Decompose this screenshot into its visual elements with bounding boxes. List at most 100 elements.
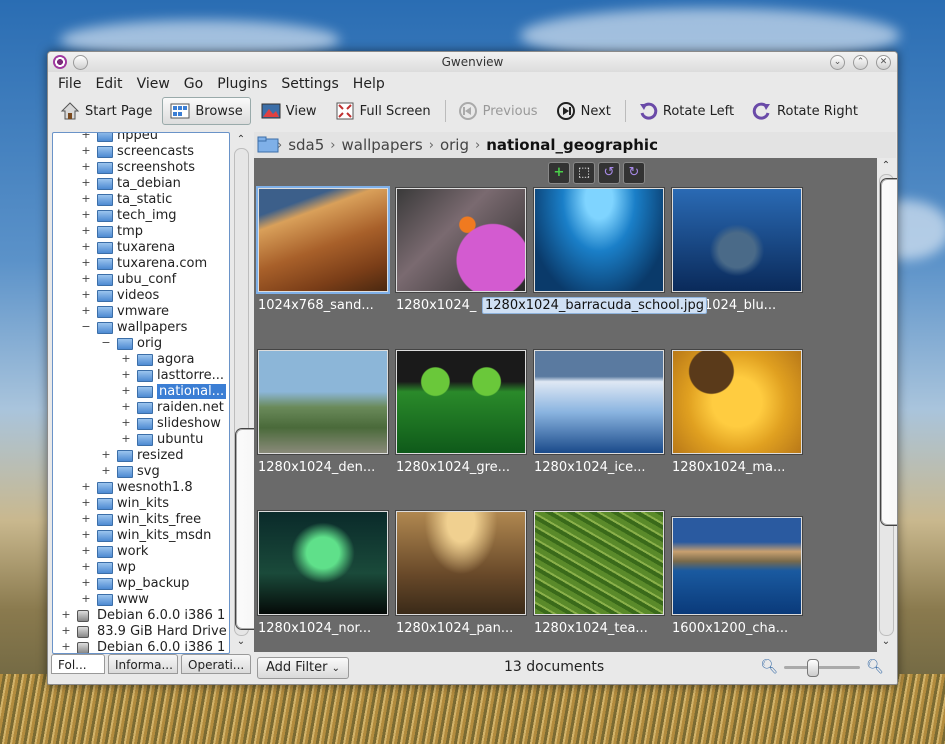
expand-icon[interactable]: + xyxy=(121,416,131,429)
collapse-icon[interactable]: − xyxy=(101,336,111,349)
tab-operations[interactable]: Operati... xyxy=(181,654,251,674)
folder-item[interactable]: − orig xyxy=(53,336,213,352)
folder-item[interactable]: + tmp xyxy=(53,224,213,240)
expand-icon[interactable]: + xyxy=(121,432,131,445)
folder-item[interactable]: + wesnoth1.8 xyxy=(53,480,213,496)
folder-item[interactable]: + ubuntu xyxy=(53,432,213,448)
add-icon[interactable]: + xyxy=(548,162,570,184)
zoom-slider-handle[interactable] xyxy=(807,658,820,677)
expand-icon[interactable]: + xyxy=(81,256,91,269)
gallery-scroll-down-icon[interactable]: ⌄ xyxy=(879,636,893,647)
menu-view[interactable]: View xyxy=(131,76,178,92)
thumbnail-image[interactable] xyxy=(258,350,388,454)
folder-item[interactable]: + screencasts xyxy=(53,144,213,160)
rotate-right-icon[interactable]: ↻ xyxy=(623,162,645,184)
start-page-button[interactable]: Start Page xyxy=(52,97,160,125)
folder-icon[interactable] xyxy=(257,135,279,155)
folder-item[interactable]: + nppeu xyxy=(53,133,213,144)
thumbnail-image[interactable] xyxy=(396,188,526,292)
folder-item[interactable]: + tuxarena.com xyxy=(53,256,213,272)
sidebar-scrollbar[interactable] xyxy=(234,148,366,636)
breadcrumb-wallpapers[interactable]: wallpapers xyxy=(341,136,422,154)
expand-icon[interactable]: + xyxy=(81,192,91,205)
expand-icon[interactable]: + xyxy=(81,592,91,605)
folder-item[interactable]: + tech_img xyxy=(53,208,213,224)
folder-item[interactable]: + wp xyxy=(53,560,213,576)
browse-button[interactable]: Browse xyxy=(162,97,251,125)
folder-item[interactable]: + vmware xyxy=(53,304,213,320)
close-button[interactable]: ✕ xyxy=(876,55,891,70)
folder-item[interactable]: + win_kits xyxy=(53,496,213,512)
folder-item[interactable]: + lasttorre... xyxy=(53,368,224,384)
menu-edit[interactable]: Edit xyxy=(89,76,130,92)
add-filter-button[interactable]: Add Filter ⌄ xyxy=(257,657,350,679)
tab-information[interactable]: Informa... xyxy=(108,654,178,674)
menu-settings[interactable]: Settings xyxy=(275,76,346,92)
expand-icon[interactable]: + xyxy=(81,160,91,173)
folder-item[interactable]: + win_kits_msdn xyxy=(53,528,213,544)
thumbnail-image[interactable] xyxy=(672,350,802,454)
maximize-button[interactable]: ⌃ xyxy=(853,55,868,70)
zoom-out-icon[interactable]: 🔍︎ xyxy=(760,659,778,675)
device-item[interactable]: + Debian 6.0.0 i386 1 xyxy=(53,608,225,624)
folder-item[interactable]: + wp_backup xyxy=(53,576,213,592)
folder-item[interactable]: + ta_static xyxy=(53,192,213,208)
zoom-in-icon[interactable]: 🔍︎ xyxy=(866,659,884,675)
next-button[interactable]: Next xyxy=(548,97,619,125)
collapse-icon[interactable]: − xyxy=(81,320,91,333)
expand-icon[interactable]: + xyxy=(81,288,91,301)
menu-help[interactable]: Help xyxy=(347,76,393,92)
expand-icon[interactable]: + xyxy=(81,544,91,557)
rotate-right-button[interactable]: Rotate Right xyxy=(744,97,866,125)
expand-icon[interactable]: + xyxy=(121,352,131,365)
thumbnail-image[interactable] xyxy=(672,517,802,615)
device-item[interactable]: + Debian 6.0.0 i386 1 xyxy=(53,640,225,653)
expand-icon[interactable]: + xyxy=(81,576,91,589)
folder-item[interactable]: + slideshow xyxy=(53,416,220,432)
rotate-left-icon[interactable]: ↺ xyxy=(598,162,620,184)
thumbnail-image[interactable] xyxy=(396,350,526,454)
thumbnail-image[interactable] xyxy=(672,188,802,292)
folder-item[interactable]: + ubu_conf xyxy=(53,272,213,288)
folder-item[interactable]: + ta_debian xyxy=(53,176,213,192)
expand-icon[interactable]: + xyxy=(81,133,91,141)
folder-item[interactable]: + svg xyxy=(53,464,213,480)
folder-item[interactable]: + videos xyxy=(53,288,213,304)
expand-icon[interactable]: + xyxy=(101,448,111,461)
full-screen-button[interactable]: Full Screen xyxy=(327,97,439,125)
expand-icon[interactable]: + xyxy=(121,384,131,397)
folder-item[interactable]: + agora xyxy=(53,352,213,368)
expand-icon[interactable]: + xyxy=(81,560,91,573)
gallery-scroll-up-icon[interactable]: ⌃ xyxy=(879,160,893,171)
folder-item[interactable]: + www xyxy=(53,592,213,608)
expand-icon[interactable]: + xyxy=(81,272,91,285)
folder-tree[interactable]: + nppeu + screencasts + screenshots + ta_debian… xyxy=(52,132,230,654)
breadcrumb-sda5[interactable]: sda5 xyxy=(288,136,324,154)
thumbnail-image[interactable] xyxy=(534,511,664,615)
expand-icon[interactable]: + xyxy=(81,176,91,189)
expand-icon[interactable]: + xyxy=(81,304,91,317)
expand-icon[interactable]: + xyxy=(81,144,91,157)
view-button[interactable]: View xyxy=(253,97,325,125)
previous-button[interactable]: Previous xyxy=(450,97,546,125)
menu-file[interactable]: File xyxy=(52,76,89,92)
folder-item[interactable]: + raiden.net xyxy=(53,400,224,416)
folder-item[interactable]: + resized xyxy=(53,448,213,464)
minimize-button[interactable]: ⌄ xyxy=(830,55,845,70)
gallery-scrollbar[interactable] xyxy=(879,174,897,636)
tab-folders[interactable]: Fol... xyxy=(51,654,105,674)
expand-icon[interactable]: + xyxy=(81,240,91,253)
expand-icon[interactable]: + xyxy=(121,400,131,413)
rotate-left-button[interactable]: Rotate Left xyxy=(630,97,742,125)
zoom-slider[interactable] xyxy=(784,658,861,677)
expand-icon[interactable]: + xyxy=(121,368,131,381)
folder-item[interactable]: − wallpapers xyxy=(53,320,213,336)
expand-icon[interactable]: + xyxy=(61,640,71,653)
expand-icon[interactable]: + xyxy=(81,528,91,541)
thumbnail-view[interactable]: + ⬚ ↺ ↻ 1024x768_sand... 1280x1024_ 1024… xyxy=(254,158,877,652)
thumbnail-image[interactable] xyxy=(534,350,664,454)
breadcrumb-orig[interactable]: orig xyxy=(440,136,469,154)
expand-icon[interactable]: + xyxy=(81,208,91,221)
expand-icon[interactable]: + xyxy=(101,464,111,477)
sidebar-scroll-down-icon[interactable]: ⌄ xyxy=(234,636,248,647)
